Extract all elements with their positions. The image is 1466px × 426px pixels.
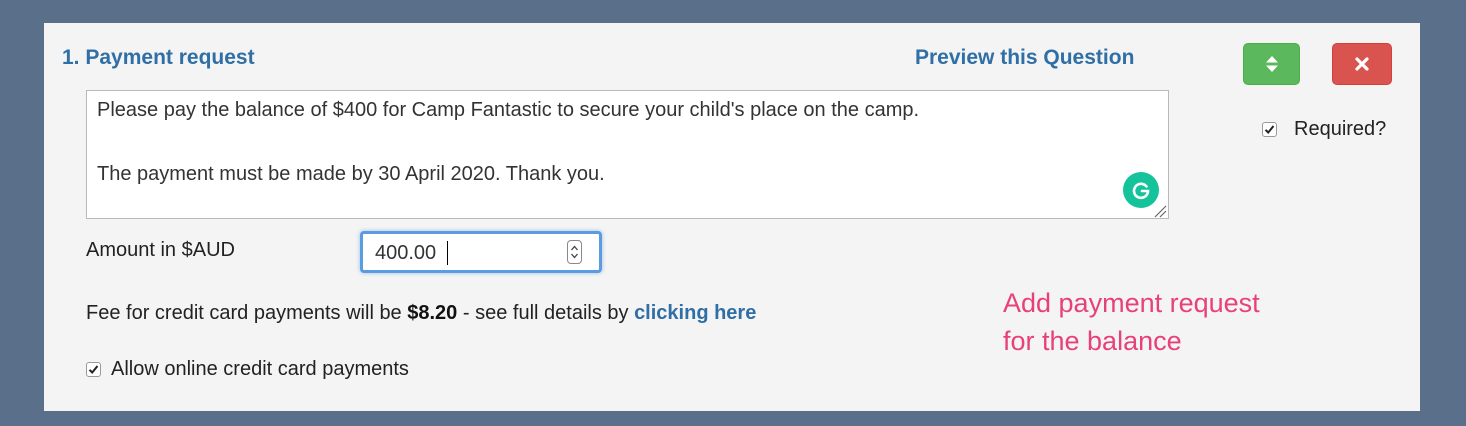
text-caret [447, 241, 448, 265]
question-description-textarea[interactable]: Please pay the balance of $400 for Camp … [86, 90, 1169, 219]
number-spinner[interactable] [567, 240, 582, 264]
allow-online-payments-label: Allow online credit card payments [111, 358, 409, 380]
fee-prefix: Fee for credit card payments will be [86, 302, 408, 324]
preview-question-link[interactable]: Preview this Question [915, 46, 1134, 70]
amount-input[interactable]: 400.00 [360, 231, 602, 273]
required-toggle[interactable]: Required? [1262, 118, 1386, 141]
fee-middle: - see full details by [457, 302, 635, 324]
delete-question-button[interactable] [1332, 43, 1392, 85]
allow-online-payments-checkbox[interactable] [86, 362, 101, 377]
amount-value: 400.00 [375, 242, 437, 264]
fee-amount: $8.20 [407, 302, 458, 324]
annotation-note: Add payment request for the balance [1003, 284, 1323, 360]
allow-online-payments-toggle[interactable]: Allow online credit card payments [86, 358, 409, 381]
required-label: Required? [1294, 118, 1387, 140]
required-checkbox[interactable] [1262, 122, 1277, 137]
fee-notice: Fee for credit card payments will be $8.… [86, 302, 756, 325]
checkmark-icon [1264, 125, 1275, 134]
resize-grip-icon[interactable] [1152, 203, 1167, 218]
question-title: 1. Payment request [62, 46, 255, 69]
spinner-arrows-icon [571, 245, 578, 259]
description-line-1: Please pay the balance of $400 for Camp … [97, 99, 920, 121]
description-line-2: The payment must be made by 30 April 202… [97, 163, 605, 185]
checkmark-icon [88, 365, 99, 374]
fee-details-link[interactable]: clicking here [634, 302, 756, 324]
move-question-button[interactable] [1243, 43, 1300, 85]
annotation-line-2: for the balance [1003, 326, 1182, 356]
close-icon [1355, 57, 1369, 71]
amount-label: Amount in $AUD [86, 239, 235, 261]
sort-updown-icon [1265, 56, 1278, 72]
annotation-line-1: Add payment request [1003, 288, 1260, 318]
